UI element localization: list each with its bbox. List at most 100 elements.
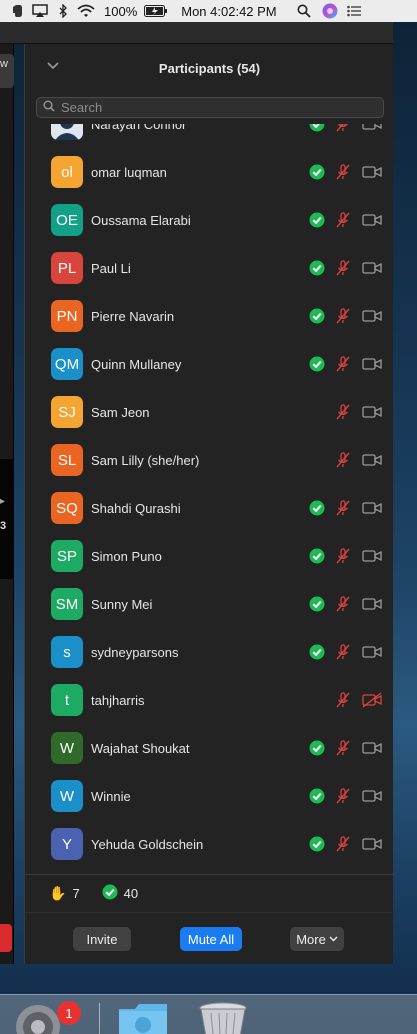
green-check-icon bbox=[309, 836, 325, 852]
video-camera-icon[interactable] bbox=[362, 548, 382, 564]
participant-row[interactable]: SM Sunny Mei bbox=[25, 580, 394, 628]
participant-name: Shahdi Qurashi bbox=[91, 500, 181, 516]
participant-avatar: SJ bbox=[51, 396, 83, 428]
participant-name: Paul Li bbox=[91, 260, 131, 276]
spotlight-icon[interactable] bbox=[291, 0, 317, 22]
muted-mic-icon[interactable] bbox=[334, 355, 352, 373]
view-tab-label: w bbox=[0, 58, 8, 70]
muted-mic-icon[interactable] bbox=[334, 403, 352, 421]
participant-name: Pierre Navarin bbox=[91, 308, 175, 324]
video-camera-icon[interactable] bbox=[362, 836, 382, 852]
green-check-icon bbox=[309, 500, 325, 516]
green-check-icon bbox=[309, 596, 325, 612]
main-window-edge: w ▸ 3 bbox=[0, 44, 14, 964]
siri-icon[interactable] bbox=[317, 0, 343, 22]
muted-mic-icon[interactable] bbox=[334, 211, 352, 229]
participant-list: Narayan Connor ol omar luqman OE Oussama Ela… bbox=[25, 124, 394, 874]
wifi-icon[interactable] bbox=[74, 0, 98, 22]
more-button-label: More bbox=[296, 931, 326, 947]
mute-all-button[interactable]: Mute All bbox=[180, 927, 242, 951]
participant-row[interactable]: t tahjharris bbox=[25, 676, 394, 724]
video-camera-icon[interactable] bbox=[362, 356, 382, 372]
green-check-icon bbox=[309, 644, 325, 660]
participant-row[interactable]: OE Oussama Elarabi bbox=[25, 196, 394, 244]
muted-mic-icon[interactable] bbox=[334, 835, 352, 853]
video-camera-icon[interactable] bbox=[362, 740, 382, 756]
video-camera-icon[interactable] bbox=[362, 212, 382, 228]
checked-stat: 40 bbox=[102, 884, 138, 903]
panel-actions: Invite Mute All More bbox=[25, 912, 394, 964]
participant-row[interactable]: PL Paul Li bbox=[25, 244, 394, 292]
participant-row[interactable]: s sydneyparsons bbox=[25, 628, 394, 676]
notification-center-icon[interactable] bbox=[343, 0, 365, 22]
participant-row[interactable]: SP Simon Puno bbox=[25, 532, 394, 580]
video-camera-icon[interactable] bbox=[362, 164, 382, 180]
participant-avatar: PN bbox=[51, 300, 83, 332]
participant-row[interactable]: SQ Shahdi Qurashi bbox=[25, 484, 394, 532]
participant-avatar: Y bbox=[51, 828, 83, 860]
video-off-icon[interactable] bbox=[362, 692, 382, 708]
chevron-down-icon bbox=[329, 936, 338, 942]
video-camera-icon[interactable] bbox=[362, 260, 382, 276]
muted-mic-icon[interactable] bbox=[334, 739, 352, 757]
search-input[interactable] bbox=[61, 100, 361, 115]
muted-mic-icon[interactable] bbox=[334, 643, 352, 661]
muted-mic-icon[interactable] bbox=[334, 595, 352, 613]
participant-avatar: QM bbox=[51, 348, 83, 380]
participant-row[interactable]: ol omar luqman bbox=[25, 148, 394, 196]
menubar-clock[interactable]: Mon 4:02:42 PM bbox=[169, 0, 282, 22]
trash-icon[interactable] bbox=[197, 1001, 249, 1034]
video-camera-icon[interactable] bbox=[362, 124, 382, 132]
muted-mic-icon[interactable] bbox=[334, 163, 352, 181]
participant-stats: ✋ 7 40 bbox=[25, 874, 394, 912]
more-button[interactable]: More bbox=[290, 927, 344, 951]
participant-row[interactable]: SL Sam Lilly (she/her) bbox=[25, 436, 394, 484]
airplay-icon[interactable] bbox=[28, 0, 52, 22]
video-camera-icon[interactable] bbox=[362, 404, 382, 420]
collapse-chevron-icon[interactable] bbox=[45, 58, 61, 74]
participant-avatar: PL bbox=[51, 252, 83, 284]
muted-mic-icon[interactable] bbox=[334, 547, 352, 565]
invite-button[interactable]: Invite bbox=[73, 927, 131, 951]
muted-mic-icon[interactable] bbox=[334, 787, 352, 805]
green-check-icon bbox=[309, 308, 325, 324]
participant-row[interactable]: QM Quinn Mullaney bbox=[25, 340, 394, 388]
green-check-icon bbox=[309, 740, 325, 756]
system-preferences-icon[interactable] bbox=[14, 1003, 62, 1034]
search-field[interactable] bbox=[36, 97, 384, 118]
participant-avatar: t bbox=[51, 684, 83, 716]
participant-row[interactable]: Narayan Connor bbox=[25, 124, 394, 148]
video-camera-icon[interactable] bbox=[362, 500, 382, 516]
participant-row[interactable]: Y Yehuda Goldschein bbox=[25, 820, 394, 868]
participant-name: Sunny Mei bbox=[91, 596, 153, 612]
battery-icon[interactable] bbox=[143, 0, 169, 22]
participant-row[interactable]: SJ Sam Jeon bbox=[25, 388, 394, 436]
muted-mic-icon[interactable] bbox=[334, 451, 352, 469]
dock-separator bbox=[99, 1003, 100, 1034]
video-camera-icon[interactable] bbox=[362, 308, 382, 324]
participant-row[interactable]: PN Pierre Navarin bbox=[25, 292, 394, 340]
checked-count: 40 bbox=[123, 886, 139, 901]
participant-avatar: SL bbox=[51, 444, 83, 476]
evernote-icon[interactable] bbox=[6, 0, 28, 22]
video-camera-icon[interactable] bbox=[362, 452, 382, 468]
muted-mic-icon[interactable] bbox=[334, 499, 352, 517]
participant-name: Wajahat Shoukat bbox=[91, 740, 190, 756]
bluetooth-icon[interactable] bbox=[52, 0, 74, 22]
participant-avatar: SP bbox=[51, 540, 83, 572]
green-check-icon bbox=[309, 124, 325, 132]
next-page-arrow-icon[interactable]: ▸ bbox=[0, 496, 5, 507]
finder-folder-icon[interactable] bbox=[117, 1003, 169, 1034]
video-camera-icon[interactable] bbox=[362, 596, 382, 612]
end-meeting-button[interactable] bbox=[0, 924, 12, 952]
muted-mic-icon[interactable] bbox=[334, 691, 352, 709]
video-camera-icon[interactable] bbox=[362, 644, 382, 660]
muted-mic-icon[interactable] bbox=[334, 124, 352, 133]
participant-row[interactable]: W Winnie bbox=[25, 772, 394, 820]
muted-mic-icon[interactable] bbox=[334, 259, 352, 277]
search-icon bbox=[43, 99, 55, 117]
participant-name: Narayan Connor bbox=[91, 124, 187, 132]
participant-row[interactable]: W Wajahat Shoukat bbox=[25, 724, 394, 772]
muted-mic-icon[interactable] bbox=[334, 307, 352, 325]
video-camera-icon[interactable] bbox=[362, 788, 382, 804]
